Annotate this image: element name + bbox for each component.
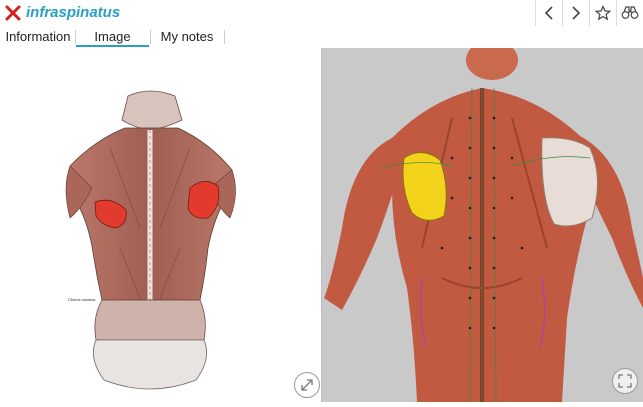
- tab-information[interactable]: Information: [2, 26, 74, 47]
- toolbar: [535, 0, 643, 26]
- close-icon[interactable]: [4, 4, 22, 22]
- binoculars-icon: [621, 6, 639, 19]
- top-bar: infraspinatus: [0, 0, 643, 27]
- expand-diagonal-icon: [301, 379, 313, 391]
- tab-my-notes[interactable]: My notes: [151, 26, 223, 47]
- chevron-left-icon: [544, 6, 553, 20]
- fullscreen-icon: [618, 374, 632, 388]
- lookup-button[interactable]: [616, 0, 643, 26]
- illustration-caption: Gluteus minimus: [68, 297, 96, 302]
- next-button[interactable]: [562, 0, 589, 26]
- illustration-panel: Gluteus minimus: [0, 48, 321, 402]
- star-icon: [595, 5, 611, 21]
- tab-divider: [224, 30, 225, 44]
- back-muscles-illustration: Gluteus minimus: [65, 90, 236, 390]
- favorite-button[interactable]: [589, 0, 616, 26]
- model-panel: [322, 48, 643, 402]
- fullscreen-right-button[interactable]: [612, 368, 638, 394]
- 3d-back-model: [324, 48, 643, 402]
- chevron-right-icon: [572, 6, 581, 20]
- expand-left-button[interactable]: [294, 372, 320, 398]
- tab-bar: Information Image My notes: [0, 26, 643, 49]
- page-title: infraspinatus: [26, 4, 121, 21]
- previous-button[interactable]: [535, 0, 562, 26]
- tab-image[interactable]: Image: [76, 26, 149, 47]
